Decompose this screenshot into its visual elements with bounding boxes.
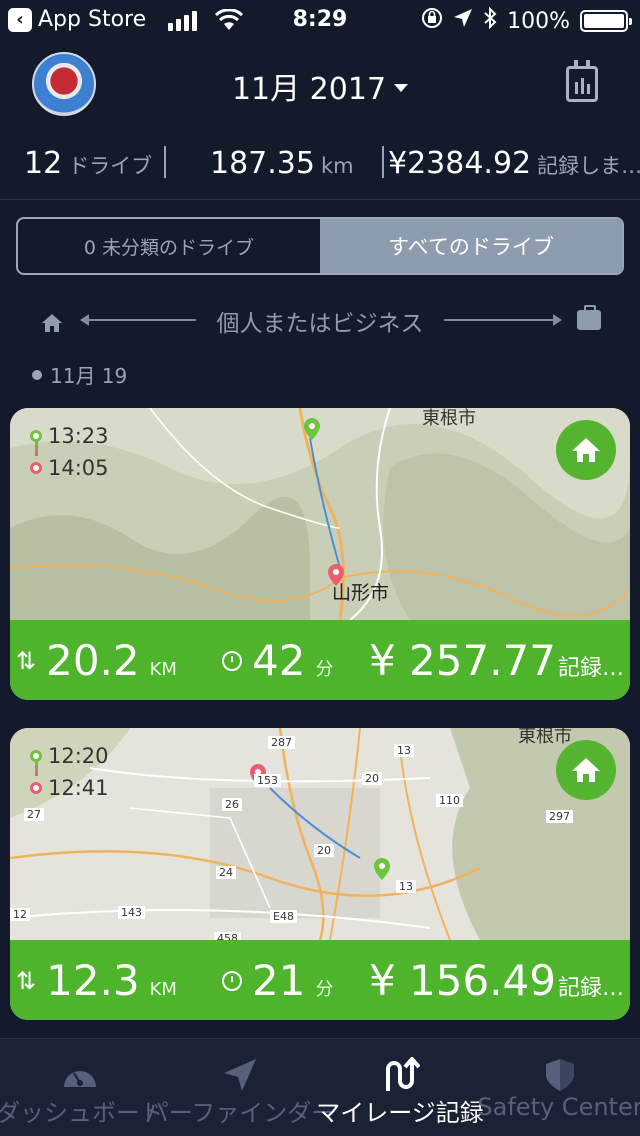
total-amount: ¥2384.92	[388, 146, 532, 181]
divider	[164, 146, 166, 178]
classify-label: 個人またはビジネス	[216, 311, 424, 337]
shield-icon	[546, 1059, 574, 1091]
route-connector	[35, 762, 38, 776]
road-label: 13	[396, 880, 416, 893]
distance-unit: KM	[149, 659, 177, 680]
start-pin-icon	[30, 750, 42, 762]
tab-safety-center[interactable]: Safety Center	[477, 1039, 640, 1136]
tab-all-drives[interactable]: すべてのドライブ	[320, 219, 622, 273]
drive-card[interactable]: 東根市 山形市 13:23 14:05 ⇅ 20.2 KM 42 分 ¥ 257…	[10, 408, 630, 700]
road-label: 110	[436, 794, 463, 807]
tab-label: Safety Center	[477, 1093, 640, 1121]
road-label: 24	[216, 866, 236, 879]
route-icon: ⇅	[16, 966, 37, 995]
distance-stat: 187.35 km	[210, 146, 354, 181]
summary-stats: 12 ドライブ 187.35 km ¥2384.92 記録しま…	[0, 140, 640, 200]
tab-dashboard[interactable]: ダッシュボード	[0, 1039, 164, 1136]
drive-count: 12	[24, 146, 63, 181]
road-label: 143	[118, 906, 145, 919]
road-label: 153	[254, 774, 281, 787]
tab-bar: ダッシュボード パーファインダー マイレージ記録 Safety Center	[0, 1038, 640, 1136]
drive-filter-segmented-control: 0 未分類のドライブ すべてのドライブ	[16, 217, 624, 275]
distance-unit: KM	[149, 979, 177, 1000]
page-title: 11月 2017	[231, 72, 387, 107]
caret-down-icon	[394, 84, 409, 92]
amount-label: 記録しま…	[537, 154, 640, 178]
start-time: 13:23	[48, 424, 109, 448]
classify-hint: 個人またはビジネス	[0, 300, 640, 340]
tab-label: パーファインダー	[144, 1099, 336, 1127]
drive-duration: 42	[252, 636, 306, 685]
road-label: 287	[268, 736, 295, 749]
record-label: 記録…	[557, 976, 624, 1001]
record-label: 記録…	[557, 656, 624, 681]
end-pin-icon	[30, 462, 42, 474]
road-label: 12	[10, 908, 30, 921]
road-label: 20	[362, 772, 382, 785]
drive-cost: ¥ 257.77	[368, 636, 556, 685]
rotation-lock-icon	[421, 7, 443, 35]
road-label: 27	[24, 808, 44, 821]
route-icon: ⇅	[16, 646, 37, 675]
home-icon	[572, 758, 600, 782]
bullet-icon	[32, 369, 42, 380]
battery-percent: 100%	[507, 8, 570, 34]
tab-parking-finder[interactable]: パーファインダー	[145, 1039, 335, 1136]
battery-icon	[580, 10, 632, 32]
road-label: 13	[394, 744, 414, 757]
end-pin-icon	[30, 782, 42, 794]
drive-count-stat: 12 ドライブ	[24, 146, 152, 181]
home-icon	[572, 438, 600, 462]
drive-times: 13:23 14:05	[30, 420, 109, 484]
drive-summary-bar: ⇅ 12.3 KM 21 分 ¥ 156.49 記録…	[10, 940, 630, 1020]
total-distance: 187.35	[210, 146, 315, 181]
map-city-label: 山形市	[332, 582, 390, 604]
mileage-route-icon	[386, 1057, 420, 1091]
road-label: 20	[314, 844, 334, 857]
drive-card[interactable]: 東根市 287 13 20 110 26 27 297 20 24 13 12 …	[10, 728, 630, 1020]
route-connector	[35, 442, 38, 456]
home-category-button[interactable]	[556, 740, 616, 800]
map-city-label: 東根市	[422, 408, 476, 429]
drive-distance: 12.3	[46, 956, 140, 1005]
bluetooth-icon	[483, 6, 497, 35]
drive-distance: 20.2	[46, 636, 140, 685]
month-selector[interactable]: 11月 2017	[0, 64, 640, 108]
divider-line	[444, 319, 554, 321]
date-header: 11月 19	[32, 360, 127, 389]
start-time: 12:20	[48, 744, 109, 768]
calendar-stats-icon[interactable]	[566, 60, 598, 102]
tab-label: マイレージ記録	[316, 1099, 484, 1127]
home-category-button[interactable]	[556, 420, 616, 480]
start-pin-icon	[30, 430, 42, 442]
duration-unit: 分	[315, 979, 334, 1000]
divider	[382, 146, 384, 178]
tab-mileage-log[interactable]: マイレージ記録	[316, 1039, 484, 1136]
tab-label: ダッシュボード	[0, 1099, 164, 1127]
arrow-right-icon	[553, 314, 562, 326]
speedometer-icon	[64, 1071, 96, 1087]
end-time: 12:41	[48, 776, 109, 800]
navigation-arrow-icon	[224, 1059, 256, 1091]
drive-times: 12:20 12:41	[30, 740, 109, 804]
drive-duration: 21	[252, 956, 306, 1005]
date-label: 11月 19	[50, 364, 128, 388]
amount-stat: ¥2384.92 記録しま…	[388, 146, 640, 181]
location-arrow-icon	[453, 8, 473, 34]
drive-summary-bar: ⇅ 20.2 KM 42 分 ¥ 257.77 記録…	[10, 620, 630, 700]
map-city-label: 東根市	[518, 728, 572, 747]
road-label: 26	[222, 798, 242, 811]
clock-icon	[222, 650, 242, 671]
status-bar: ‹ App Store 8:29 100%	[0, 0, 640, 42]
drive-cost: ¥ 156.49	[368, 956, 556, 1005]
road-label: 297	[546, 810, 573, 823]
tab-unclassified-drives[interactable]: 0 未分類のドライブ	[18, 219, 320, 273]
end-time: 14:05	[48, 456, 109, 480]
clock-icon	[222, 970, 242, 991]
drive-count-label: ドライブ	[68, 154, 153, 178]
distance-unit: km	[320, 154, 354, 178]
duration-unit: 分	[315, 659, 334, 680]
briefcase-icon	[577, 305, 601, 330]
road-label: E48	[270, 910, 297, 923]
